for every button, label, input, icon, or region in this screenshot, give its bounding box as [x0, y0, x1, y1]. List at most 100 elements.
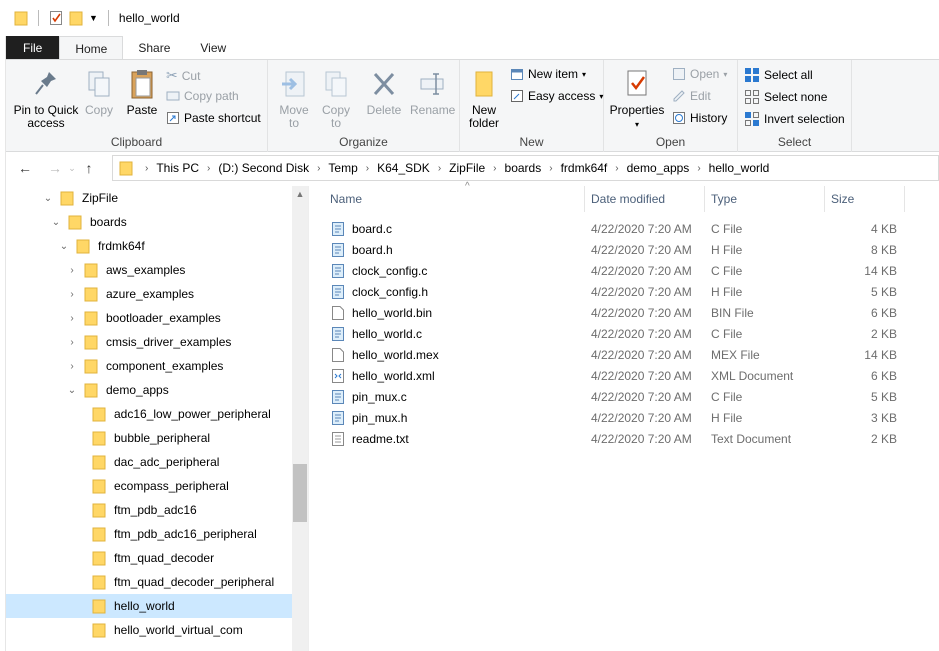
table-row[interactable]: pin_mux.h 4/22/2020 7:20 AM H File 3 KB	[326, 407, 910, 428]
collapsed-chevron-icon[interactable]: ›	[66, 361, 78, 372]
expanded-chevron-icon[interactable]: ⌄	[66, 385, 78, 396]
tree-item[interactable]: › bootloader_examples	[6, 306, 292, 330]
tab-file[interactable]: File	[6, 36, 60, 60]
breadcrumb-chevron-icon[interactable]: ›	[438, 163, 441, 174]
breadcrumb-chevron-icon[interactable]: ›	[145, 163, 148, 174]
tree-item[interactable]: dac_adc_peripheral	[6, 450, 292, 474]
collapsed-chevron-icon[interactable]: ›	[66, 289, 78, 300]
select-none-button[interactable]: Select none	[744, 89, 827, 105]
breadcrumb-chevron-icon[interactable]: ›	[207, 163, 210, 174]
tree-item[interactable]: › cmsis_driver_examples	[6, 330, 292, 354]
breadcrumb-item[interactable]: ZipFile	[449, 161, 485, 175]
new-item-button[interactable]: New item ▾	[510, 67, 586, 81]
tree-item[interactable]: ecompass_peripheral	[6, 474, 292, 498]
navigation-pane-scrollbar[interactable]: ▲	[292, 186, 308, 651]
table-row[interactable]: readme.txt 4/22/2020 7:20 AM Text Document…	[326, 428, 910, 449]
scroll-up-arrow-icon[interactable]: ▲	[292, 189, 308, 199]
table-row[interactable]: hello_world.xml 4/22/2020 7:20 AM XML Docu…	[326, 365, 910, 386]
history-button[interactable]: History	[672, 111, 727, 125]
table-row[interactable]: hello_world.mex 4/22/2020 7:20 AM MEX File…	[326, 344, 910, 365]
table-row[interactable]: board.h 4/22/2020 7:20 AM H File 8 KB	[326, 239, 910, 260]
column-header-date[interactable]: Date modified	[585, 186, 705, 212]
column-header-size[interactable]: Size	[825, 186, 905, 212]
tree-item[interactable]: ⌄ boards	[6, 210, 292, 234]
tab-view[interactable]: View	[185, 36, 241, 60]
tree-item[interactable]: › azure_examples	[6, 282, 292, 306]
breadcrumb-chevron-icon[interactable]: ›	[615, 163, 618, 174]
table-row[interactable]: clock_config.c 4/22/2020 7:20 AM C File 14 …	[326, 260, 910, 281]
file-type-cell: C File	[711, 389, 743, 404]
forward-arrow-icon[interactable]: →	[44, 160, 66, 176]
scrollbar-thumb[interactable]	[293, 464, 307, 522]
expanded-chevron-icon[interactable]: ⌄	[42, 193, 54, 204]
expanded-chevron-icon[interactable]: ⌄	[50, 217, 62, 228]
up-arrow-icon[interactable]: ↑	[78, 160, 100, 176]
expanded-chevron-icon[interactable]: ⌄	[58, 241, 70, 252]
tree-item[interactable]: › aws_examples	[6, 258, 292, 282]
breadcrumb-item[interactable]: frdmk64f	[561, 161, 608, 175]
properties-checklist-icon[interactable]	[49, 10, 63, 26]
new-folder-button[interactable]: New folder	[464, 68, 504, 130]
table-row[interactable]: pin_mux.c 4/22/2020 7:20 AM C File 5 KB	[326, 386, 910, 407]
tree-item[interactable]: bubble_peripheral	[6, 426, 292, 450]
folder-icon[interactable]	[14, 10, 28, 26]
tab-home[interactable]: Home	[59, 36, 124, 60]
breadcrumb-item[interactable]: This PC	[156, 161, 199, 175]
pane-divider[interactable]	[308, 186, 309, 651]
tree-item[interactable]: ftm_pdb_adc16	[6, 498, 292, 522]
table-row[interactable]: clock_config.h 4/22/2020 7:20 AM H File 5 K…	[326, 281, 910, 302]
breadcrumb-chevron-icon[interactable]: ›	[317, 163, 320, 174]
tree-item[interactable]: ftm_quad_decoder	[6, 546, 292, 570]
customize-toolbar-chevron-icon[interactable]: ▼	[89, 13, 98, 23]
table-row[interactable]: hello_world.c 4/22/2020 7:20 AM C File 2 KB	[326, 323, 910, 344]
recent-locations-chevron-icon[interactable]: ⌄	[66, 163, 78, 174]
tree-item[interactable]: ⌄ demo_apps	[6, 378, 292, 402]
file-date-cell: 4/22/2020 7:20 AM	[591, 242, 692, 257]
breadcrumb-chevron-icon[interactable]: ›	[493, 163, 496, 174]
open-button[interactable]: Open ▾	[672, 67, 727, 81]
pin-to-quick-access-button[interactable]: Pin to Quick access	[10, 68, 82, 130]
rename-button[interactable]: Rename	[410, 68, 455, 117]
move-to-button[interactable]: Move to	[276, 68, 312, 130]
paste-shortcut-button[interactable]: Paste shortcut	[166, 111, 261, 125]
address-bar[interactable]: › This PC › (D:) Second Disk › Temp › K64_SDK › Z…	[112, 155, 939, 181]
collapsed-chevron-icon[interactable]: ›	[66, 337, 78, 348]
breadcrumb-item[interactable]: demo_apps	[627, 161, 690, 175]
breadcrumb-item[interactable]: (D:) Second Disk	[218, 161, 309, 175]
tree-item[interactable]: ftm_quad_decoder_peripheral	[6, 570, 292, 594]
breadcrumb-chevron-icon[interactable]: ›	[697, 163, 700, 174]
paste-button[interactable]: Paste	[122, 68, 162, 117]
delete-button[interactable]: Delete	[366, 68, 402, 117]
collapsed-chevron-icon[interactable]: ›	[66, 313, 78, 324]
tree-item[interactable]: › component_examples	[6, 354, 292, 378]
tree-item[interactable]: ftm_pdb_adc16_peripheral	[6, 522, 292, 546]
column-header-name[interactable]: ^ Name	[324, 181, 585, 212]
edit-button[interactable]: Edit	[672, 89, 711, 103]
invert-selection-button[interactable]: Invert selection	[744, 111, 845, 127]
breadcrumb-item[interactable]: hello_world	[709, 161, 770, 175]
breadcrumb-item[interactable]: K64_SDK	[377, 161, 430, 175]
tab-share[interactable]: Share	[123, 36, 185, 60]
easy-access-button[interactable]: Easy access ▾	[510, 89, 603, 103]
tree-item[interactable]: ⌄ ZipFile	[6, 186, 292, 210]
select-all-button[interactable]: Select all	[744, 67, 813, 83]
tree-item[interactable]: hello_world	[6, 594, 292, 618]
breadcrumb-item[interactable]: boards	[505, 161, 542, 175]
copy-to-button[interactable]: Copy to	[318, 68, 354, 130]
table-row[interactable]: board.c 4/22/2020 7:20 AM C File 4 KB	[326, 218, 910, 239]
back-arrow-icon[interactable]: ←	[14, 160, 36, 176]
cut-button[interactable]: ✂ Cut	[166, 67, 200, 84]
breadcrumb-chevron-icon[interactable]: ›	[549, 163, 552, 174]
breadcrumb-item[interactable]: Temp	[328, 161, 357, 175]
tree-item[interactable]: adc16_low_power_peripheral	[6, 402, 292, 426]
copy-path-button[interactable]: Copy path	[166, 89, 239, 103]
tree-item[interactable]: hello_world_virtual_com	[6, 618, 292, 642]
copy-button[interactable]: Copy	[82, 68, 116, 117]
column-header-type[interactable]: Type	[705, 186, 825, 212]
properties-button[interactable]: Properties ▾	[606, 68, 668, 131]
collapsed-chevron-icon[interactable]: ›	[66, 265, 78, 276]
breadcrumb-chevron-icon[interactable]: ›	[366, 163, 369, 174]
table-row[interactable]: hello_world.bin 4/22/2020 7:20 AM BIN File…	[326, 302, 910, 323]
tree-item[interactable]: ⌄ frdmk64f	[6, 234, 292, 258]
new-folder-icon[interactable]	[69, 10, 83, 26]
